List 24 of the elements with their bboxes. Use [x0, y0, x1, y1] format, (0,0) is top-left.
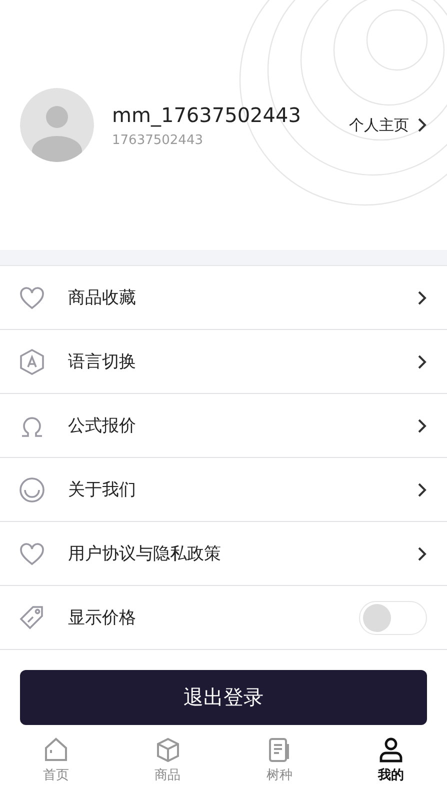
menu-item[interactable]: 用户协议与隐私政策 — [0, 522, 447, 586]
tab[interactable]: 我的 — [335, 729, 447, 797]
chevron-right-icon — [417, 354, 427, 370]
logout-button[interactable]: 退出登录 — [20, 670, 427, 725]
homepage-link[interactable]: 个人主页 — [349, 116, 427, 134]
menu-item[interactable]: 商品收藏 — [0, 266, 447, 330]
hexagon-letter-icon — [18, 348, 46, 376]
tab[interactable]: 首页 — [0, 729, 112, 797]
tag-icon — [18, 604, 46, 632]
chevron-right-icon — [417, 546, 427, 562]
menu-item[interactable]: 关于我们 — [0, 458, 447, 522]
chevron-right-icon — [417, 117, 427, 133]
smile-icon — [18, 476, 46, 504]
toggle-row[interactable]: 显示价格 — [0, 586, 447, 650]
chevron-right-icon — [417, 418, 427, 434]
chevron-right-icon — [417, 290, 427, 306]
username: mm_17637502443 — [112, 102, 302, 126]
tab[interactable]: 树种 — [224, 729, 336, 797]
account-number: 17637502443 — [112, 132, 204, 148]
menu-item[interactable]: 语言切换 — [0, 330, 447, 394]
menu-item[interactable]: 公式报价 — [0, 394, 447, 458]
chevron-right-icon — [417, 482, 427, 498]
tab[interactable]: 商品 — [112, 729, 224, 797]
toggle-switch[interactable] — [359, 600, 427, 634]
